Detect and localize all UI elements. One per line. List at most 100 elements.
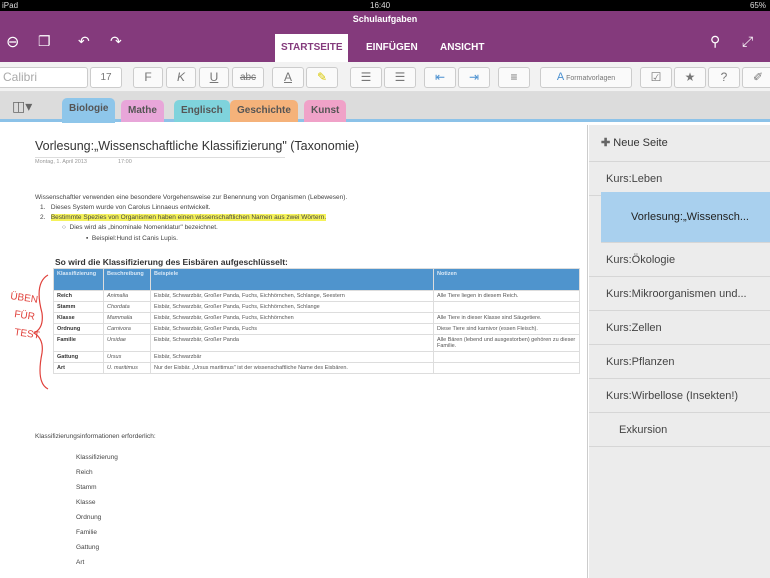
table-cell[interactable]: Alle Bären (lebend und ausgestorben) geh… — [433, 334, 580, 352]
table-cell[interactable]: Gattung — [53, 351, 104, 363]
page-list-item[interactable]: Kurs:Leben — [589, 162, 770, 196]
table-row: Klasse Mammalia Eisbär, Schwarzbär, Großer… — [53, 312, 580, 324]
outdent-icon[interactable]: ⇤ — [424, 67, 456, 88]
numbered-list-icon[interactable]: ☰ — [384, 67, 416, 88]
intro-text: Wissenschaftler verwenden eine besondere… — [35, 194, 348, 201]
indent-icon[interactable]: ⇥ — [458, 67, 490, 88]
section-tab-biologie[interactable]: Biologie — [62, 98, 116, 123]
page-title[interactable]: Vorlesung:„Wissenschaftliche Klassifizie… — [35, 139, 359, 153]
table-cell[interactable]: Alle Tiere liegen in diesem Reich. — [433, 290, 580, 302]
highlighted-text: Bestimmte Spezies von Organismen haben e… — [50, 214, 327, 221]
formatting-toolbar: Calibri 17 F K U abc A ✎ ☰ ☰ ⇤ ⇥ ≡ A For… — [0, 62, 770, 92]
strikethrough-button[interactable]: abc — [232, 67, 264, 88]
font-size-field[interactable]: 17 — [90, 67, 122, 88]
table-cell[interactable]: Art — [53, 362, 104, 374]
note-page[interactable]: Vorlesung:„Wissenschaftliche Klassifizie… — [0, 125, 588, 578]
table-cell[interactable]: Familie — [53, 334, 104, 352]
more-tags-icon[interactable]: ✐ — [742, 67, 770, 88]
search-icon[interactable]: ⚲ — [710, 33, 720, 50]
styles-button[interactable]: A Formatvorlagen — [540, 67, 632, 88]
italic-button[interactable]: K — [166, 67, 196, 88]
app-header: Schulaufgaben ⊖ ❐ ↶ ↷ STARTSEITE EINFÜGE… — [0, 11, 770, 62]
table-cell[interactable]: Eisbär, Schwarzbär — [150, 351, 434, 363]
tab-ansicht[interactable]: ANSICHT — [434, 34, 490, 62]
font-color-button[interactable]: A — [272, 67, 304, 88]
table-cell[interactable]: Animalia — [103, 290, 151, 302]
table-cell[interactable]: Eisbär, Schwarzbär, Großer Panda, Fuchs,… — [150, 301, 434, 313]
section-tab-kunst[interactable]: Kunst — [304, 100, 347, 122]
table-cell[interactable]: Diese Tiere sind karnivor (essen Fleisch… — [433, 323, 580, 335]
notebook-nav-icon[interactable]: ◫▾ — [12, 98, 32, 115]
bullet-list-icon[interactable]: ☰ — [350, 67, 382, 88]
table-cell[interactable]: U. maritimus — [103, 362, 151, 374]
list-item: 1. Dieses System wurde von Carolus Linna… — [40, 204, 211, 211]
table-cell[interactable] — [433, 301, 580, 313]
info-list-item: Klasse — [76, 499, 96, 506]
info-list-item: Ordnung — [76, 514, 102, 521]
table-cell[interactable]: Ursus — [103, 351, 151, 363]
redo-icon[interactable]: ↷ — [110, 33, 122, 50]
help-button[interactable]: ? — [708, 67, 740, 88]
status-bar: iPad 16:40 65% — [0, 0, 770, 11]
back-icon[interactable]: ⊖ — [6, 32, 19, 52]
table-row: Gattung Ursus Eisbär, Schwarzbär — [53, 351, 580, 363]
page-list: ✚ Neue Seite Kurs:Leben Vorlesung:„Wissen… — [589, 125, 770, 578]
page-list-item[interactable]: Kurs:Mikroorganismen und... — [589, 277, 770, 311]
page-date: Montag, 1. April 2013 — [35, 159, 87, 165]
table-cell[interactable]: Carnivora — [103, 323, 151, 335]
table-cell[interactable]: Ordnung — [53, 323, 104, 335]
list-item: 2. Bestimmte Spezies von Organismen habe… — [40, 214, 327, 221]
page-list-item[interactable]: Exkursion — [589, 413, 770, 447]
table-cell[interactable] — [433, 351, 580, 363]
table-cell[interactable]: Nur der Eisbär. „Ursus maritimus" ist de… — [150, 362, 434, 374]
page-list-item[interactable]: Kurs:Wirbellose (Insekten!) — [589, 379, 770, 413]
notebooks-icon[interactable]: ❐ — [38, 33, 51, 50]
table-cell[interactable]: Klasse — [53, 312, 104, 324]
section-tab-englisch[interactable]: Englisch — [174, 100, 230, 122]
table-cell[interactable] — [433, 362, 580, 374]
section-tab-geschichte[interactable]: Geschichte — [230, 100, 298, 122]
table-cell[interactable]: Stamm — [53, 301, 104, 313]
table-cell[interactable]: Alle Tiere in dieser Klasse sind Säugeti… — [433, 312, 580, 324]
table-cell[interactable]: Mammalia — [103, 312, 151, 324]
info-list-item: Reich — [76, 469, 93, 476]
font-name-field[interactable]: Calibri — [0, 67, 88, 88]
list-item: ○ Dies wird als „binominale Nomenklatur"… — [62, 224, 218, 231]
undo-icon[interactable]: ↶ — [78, 33, 90, 50]
styles-label: Formatvorlagen — [566, 75, 616, 82]
table-cell[interactable]: Eisbär, Schwarzbär, Großer Panda, Fuchs,… — [150, 312, 434, 324]
table-cell[interactable]: Eisbär, Schwarzbär, Großer Panda, Fuchs — [150, 323, 434, 335]
info-list-item: Art — [76, 559, 85, 566]
info-list-item: Stamm — [76, 484, 97, 491]
table-row: Familie Ursidae Eisbär, Schwarzbär, Großer… — [53, 334, 580, 352]
info-label: Klassifizierungsinformationen erforderli… — [35, 433, 156, 440]
tab-einfuegen[interactable]: EINFÜGEN — [360, 34, 424, 62]
page-list-item[interactable]: Vorlesung:„Wissensch... — [601, 192, 770, 243]
info-list-item: Familie — [76, 529, 97, 536]
new-page-button[interactable]: ✚ Neue Seite — [589, 125, 770, 162]
tab-startseite[interactable]: STARTSEITE — [275, 34, 349, 62]
svg-text:ÜBEN: ÜBEN — [10, 290, 39, 306]
underline-button[interactable]: U — [199, 67, 229, 88]
column-header: Notizen — [433, 268, 580, 291]
align-icon[interactable]: ≡ — [498, 67, 530, 88]
bold-button[interactable]: F — [133, 67, 163, 88]
star-icon[interactable]: ★ — [674, 67, 706, 88]
classification-table[interactable]: Klassifizierung Beschreibung Beispiele N… — [53, 268, 580, 374]
page-list-item[interactable]: Kurs:Zellen — [589, 311, 770, 345]
highlight-icon[interactable]: ✎ — [306, 67, 338, 88]
table-cell[interactable]: Reich — [53, 290, 104, 302]
table-row: Reich Animalia Eisbär, Schwarzbär, Großer … — [53, 290, 580, 302]
table-cell[interactable]: Ursidae — [103, 334, 151, 352]
page-list-item[interactable]: Kurs:Pflanzen — [589, 345, 770, 379]
todo-checkbox-icon[interactable]: ☑ — [640, 67, 672, 88]
section-tab-mathe[interactable]: Mathe — [121, 100, 164, 122]
column-header: Beschreibung — [103, 268, 151, 291]
table-cell[interactable]: Eisbär, Schwarzbär, Großer Panda — [150, 334, 434, 352]
fullscreen-icon[interactable]: ⤢ — [742, 33, 753, 50]
table-cell[interactable]: Chordata — [103, 301, 151, 313]
handwritten-annotation: ÜBEN FÜR TEST — [10, 274, 49, 390]
page-list-item[interactable]: Kurs:Ökologie — [589, 243, 770, 277]
table-cell[interactable]: Eisbär, Schwarzbär, Großer Panda, Fuchs,… — [150, 290, 434, 302]
styles-icon: A — [556, 71, 565, 83]
